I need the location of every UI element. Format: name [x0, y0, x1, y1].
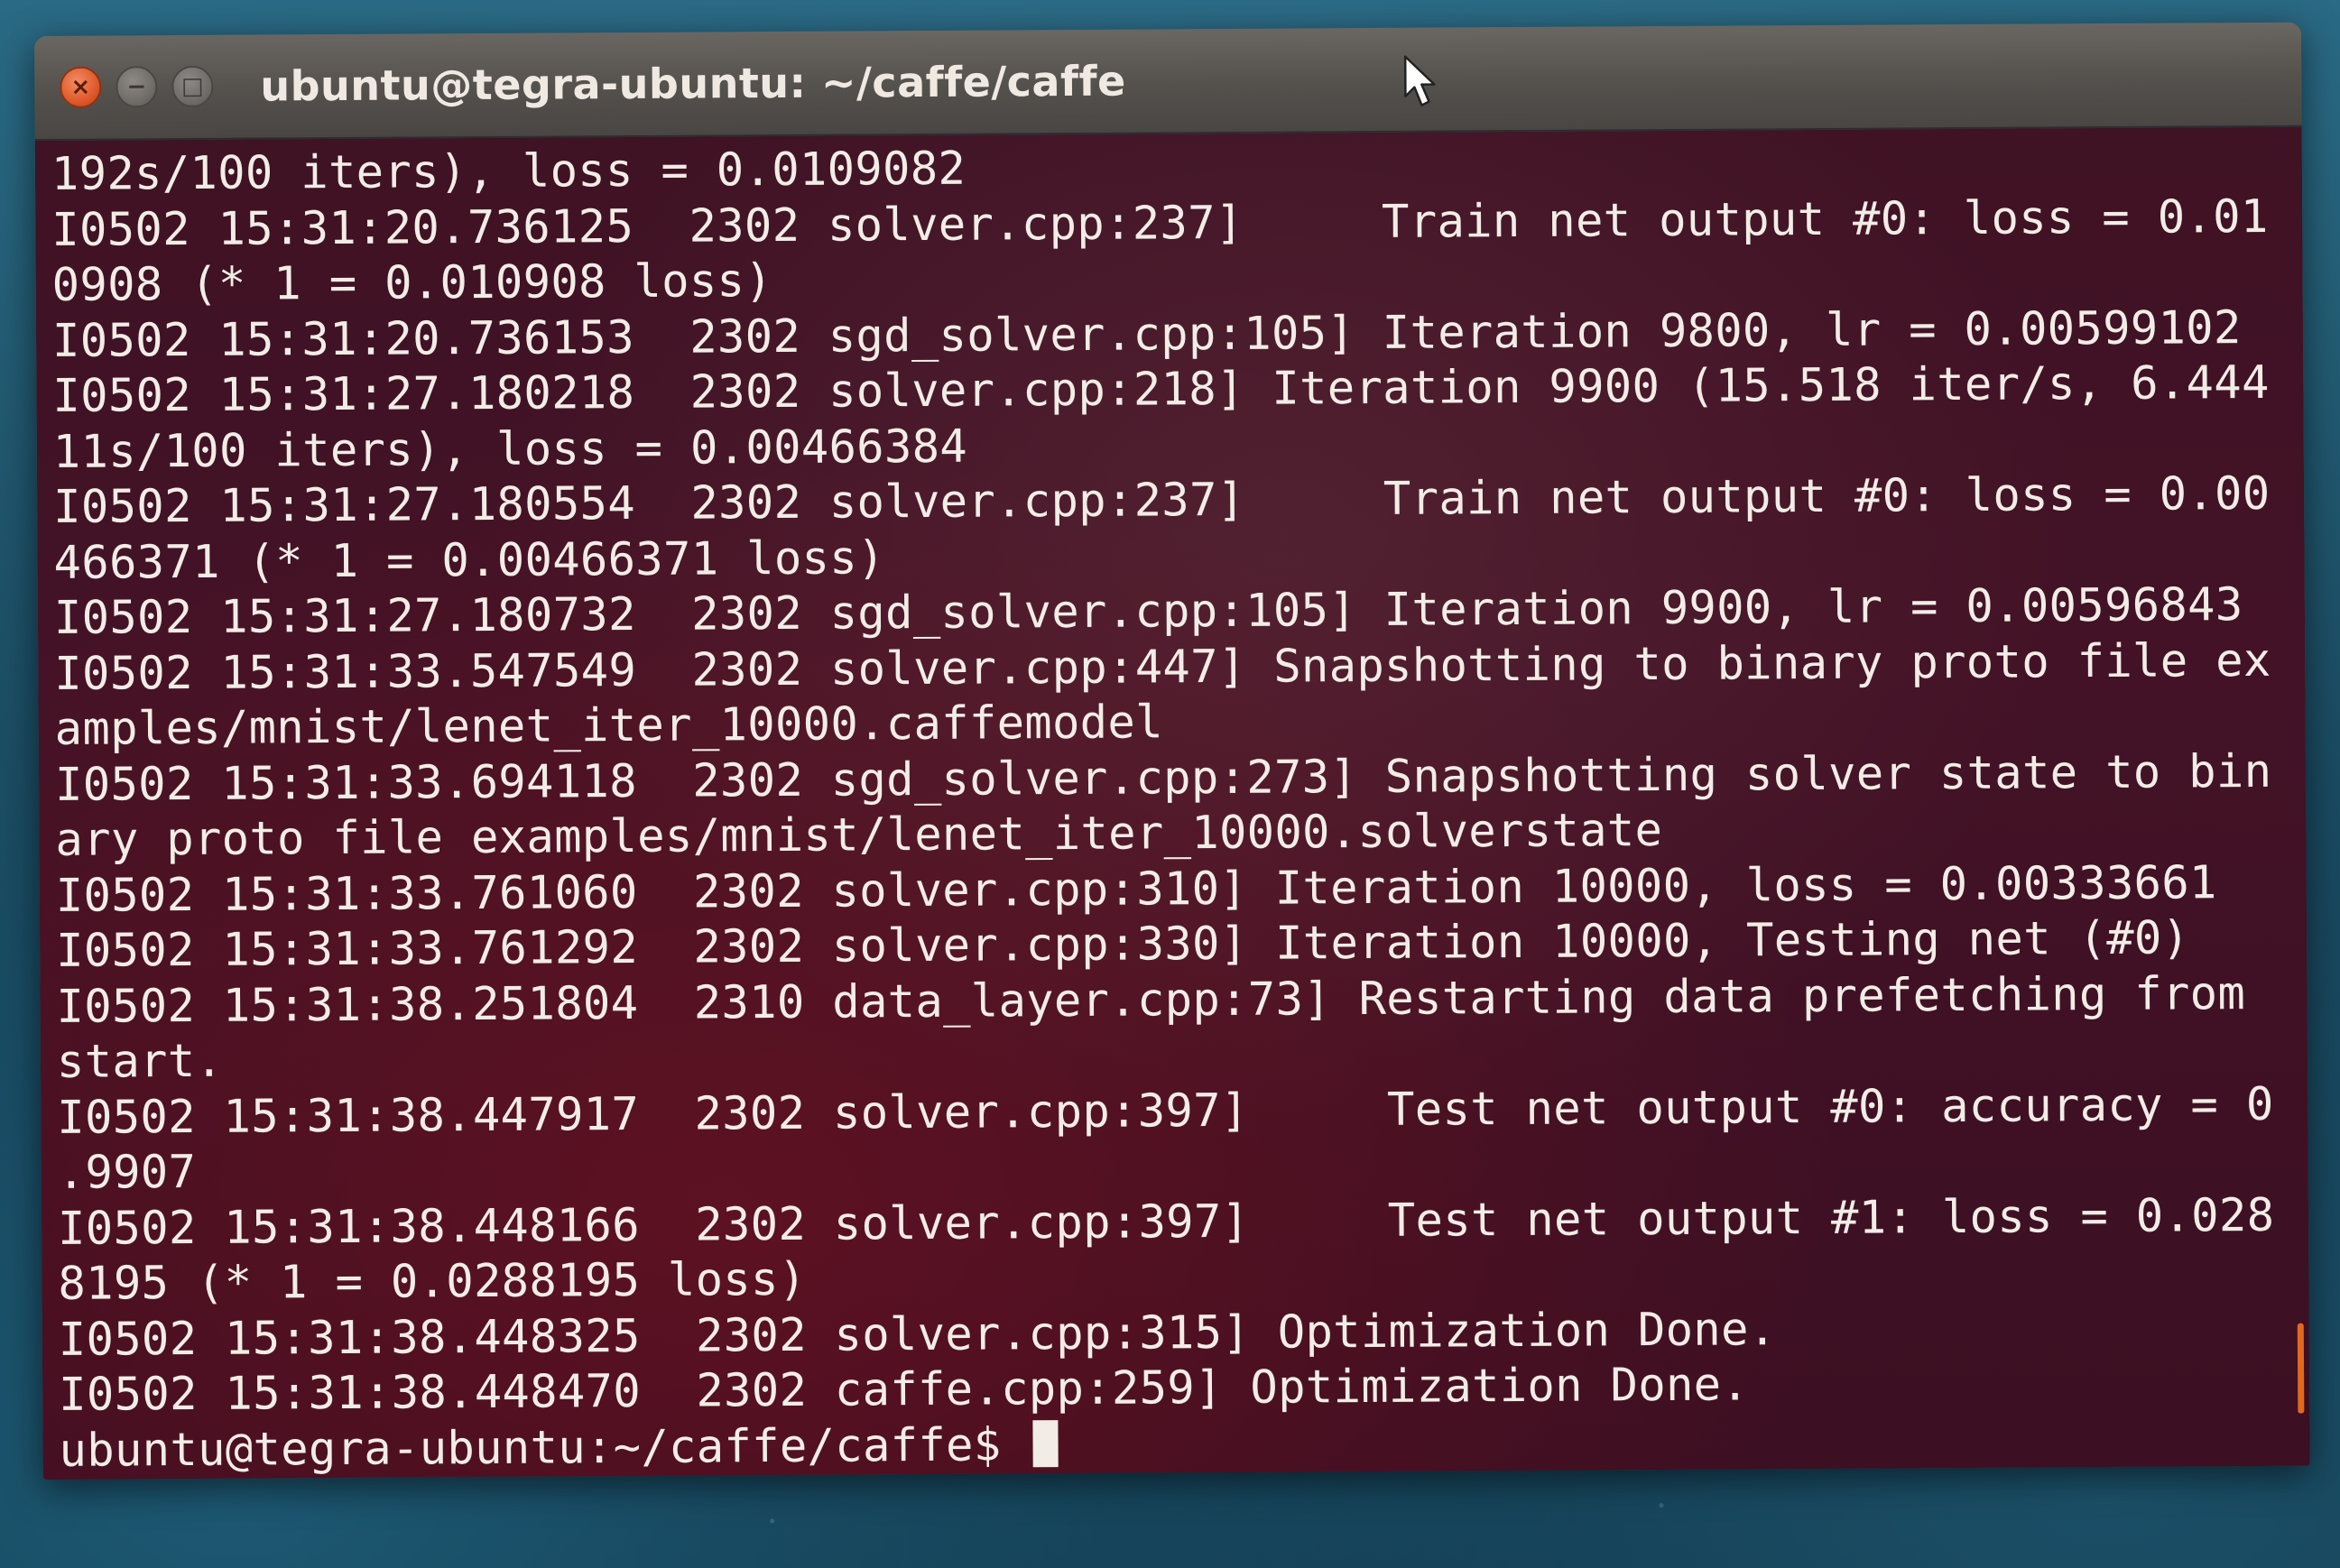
- terminal-window: × − □ ubuntu@tegra-ubuntu: ~/caffe/caffe…: [34, 22, 2310, 1480]
- minimize-icon: −: [126, 73, 147, 101]
- mouse-pointer-icon: [1403, 55, 1436, 106]
- text-cursor: [1032, 1419, 1059, 1467]
- terminal-output: 192s/100 iters), loss = 0.0109082 I0502 1…: [51, 127, 2294, 1478]
- terminal-body[interactable]: 192s/100 iters), loss = 0.0109082 I0502 1…: [34, 126, 2310, 1480]
- window-title: ubuntu@tegra-ubuntu: ~/caffe/caffe: [260, 56, 1126, 111]
- scroll-indicator: [2297, 1323, 2305, 1414]
- maximize-icon: □: [180, 72, 204, 101]
- minimize-button[interactable]: −: [116, 66, 158, 108]
- close-button[interactable]: ×: [60, 66, 102, 108]
- maximize-button[interactable]: □: [171, 65, 214, 108]
- shell-prompt: ubuntu@tegra-ubuntu:~/caffe/caffe$: [59, 1416, 1030, 1477]
- window-titlebar[interactable]: × − □ ubuntu@tegra-ubuntu: ~/caffe/caffe: [34, 22, 2302, 141]
- window-controls: × − □: [60, 65, 214, 108]
- close-icon: ×: [70, 73, 91, 101]
